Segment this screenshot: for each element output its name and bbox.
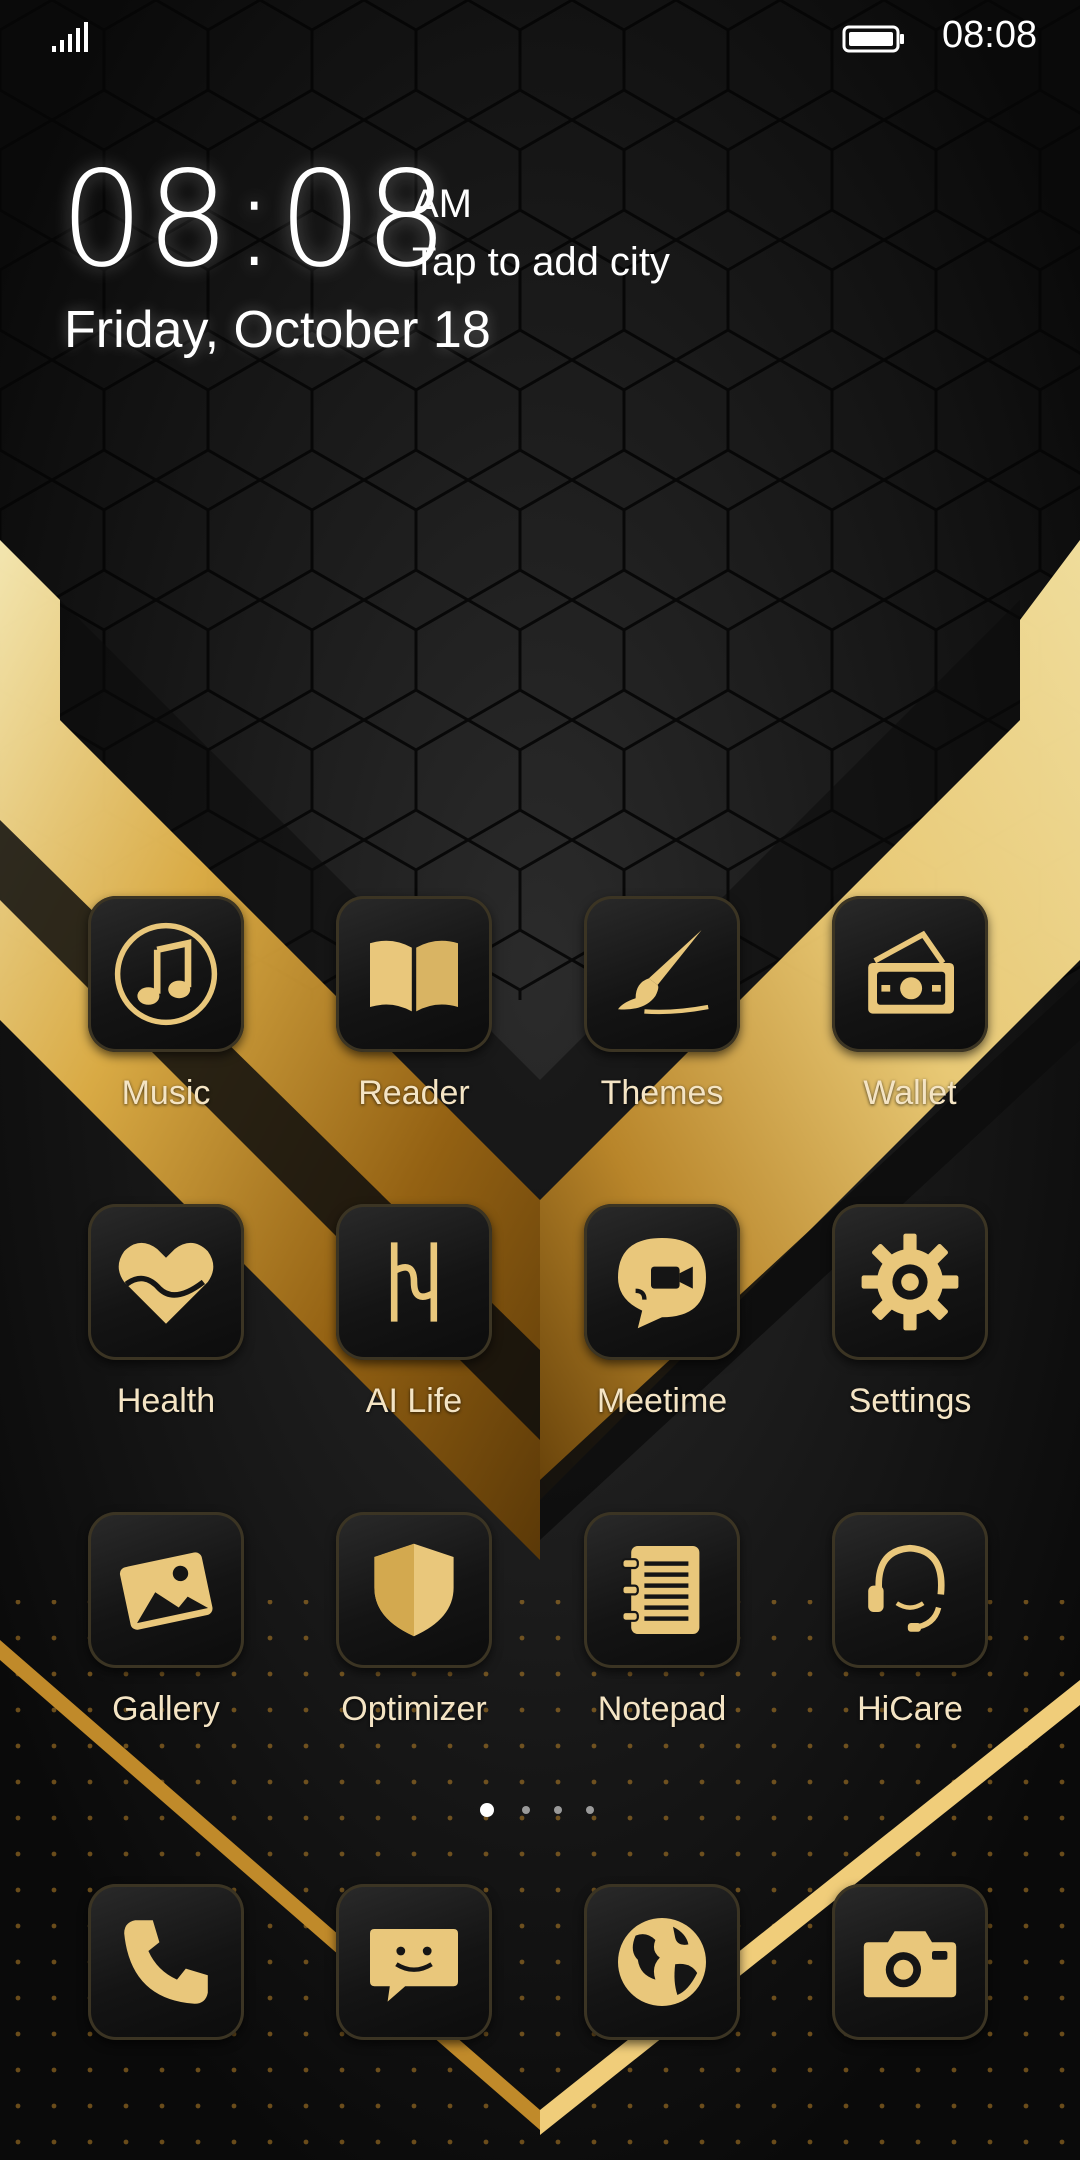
video-chat-icon [618,1238,706,1329]
page-indicator[interactable] [480,1802,600,1822]
app-label: Optimizer [341,1690,487,1728]
app-ai-life[interactable]: AI Life [314,1204,514,1444]
clock-time[interactable]: 08:08 [60,150,450,290]
app-notepad[interactable]: Notepad [562,1512,762,1752]
app-label: Meetime [596,1382,728,1420]
status-bar: 08:08 [0,0,1080,72]
app-label: Notepad [597,1690,727,1728]
app-optimizer[interactable]: Optimizer [314,1512,514,1752]
app-label: AI Life [365,1382,463,1420]
dock-camera[interactable] [810,1884,1010,2054]
page-dot[interactable] [554,1806,562,1814]
app-gallery[interactable]: Gallery [66,1512,266,1752]
heart-icon [118,1242,214,1324]
page-dot-active[interactable] [480,1803,494,1817]
app-meetime[interactable]: Meetime [562,1204,762,1444]
notepad-icon [621,1546,700,1634]
ai-life-icon [390,1242,438,1322]
signal-icon [52,22,88,52]
camera-icon [863,1931,957,1998]
clock-widget[interactable]: 08:08 AM Tap to add city Friday, October… [60,150,820,370]
page-dot[interactable] [522,1806,530,1814]
app-label: Themes [600,1074,724,1112]
app-hicare[interactable]: HiCare [810,1512,1010,1752]
app-reader[interactable]: Reader [314,896,514,1136]
photo-icon [119,1552,213,1630]
app-settings[interactable]: Settings [810,1204,1010,1444]
headset-icon [868,1544,945,1632]
app-label: Gallery [112,1690,220,1728]
app-health[interactable]: Health [66,1204,266,1444]
wallet-cash-icon [868,930,954,1014]
dock-messages[interactable] [314,1884,514,2054]
app-label: Reader [358,1074,470,1112]
clock-ampm: AM [412,182,472,226]
phone-icon [124,1920,208,2004]
battery-icon [842,25,904,53]
globe-icon [618,1918,706,2006]
dock-phone[interactable] [66,1884,266,2054]
app-label: Health [116,1382,216,1420]
app-label: Settings [848,1382,972,1420]
clock-date[interactable]: Friday, October 18 [64,300,491,360]
shield-icon [374,1543,454,1637]
app-wallet[interactable]: Wallet [810,896,1010,1136]
music-note-icon [114,922,218,1026]
dock-browser[interactable] [562,1884,762,2054]
app-music[interactable]: Music [66,896,266,1136]
paintbrush-icon [618,930,709,1015]
page-dot[interactable] [586,1806,594,1814]
app-label: Music [121,1074,211,1112]
book-icon [370,940,458,1012]
message-icon [370,1929,458,2002]
app-themes[interactable]: Themes [562,896,762,1136]
status-time: 08:08 [942,14,1038,56]
app-label: HiCare [857,1690,963,1728]
app-label: Wallet [863,1074,957,1112]
gear-icon [861,1233,959,1331]
weather-city-prompt[interactable]: Tap to add city [412,240,670,285]
